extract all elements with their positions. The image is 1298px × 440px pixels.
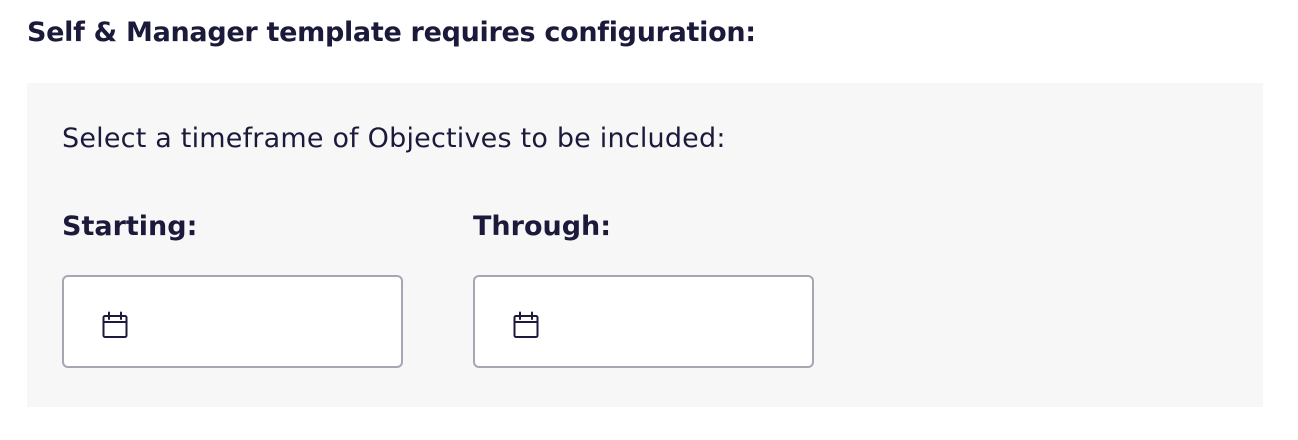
starting-date-input[interactable]: [62, 275, 403, 368]
config-heading: Self & Manager template requires configu…: [27, 17, 756, 48]
calendar-icon[interactable]: [102, 311, 128, 339]
timeframe-instruction: Select a timeframe of Objectives to be i…: [62, 123, 726, 154]
through-date-input[interactable]: [473, 275, 814, 368]
timeframe-config-panel: Select a timeframe of Objectives to be i…: [27, 83, 1263, 407]
through-label: Through:: [473, 211, 612, 242]
calendar-icon[interactable]: [513, 311, 539, 339]
starting-label: Starting:: [62, 211, 198, 242]
